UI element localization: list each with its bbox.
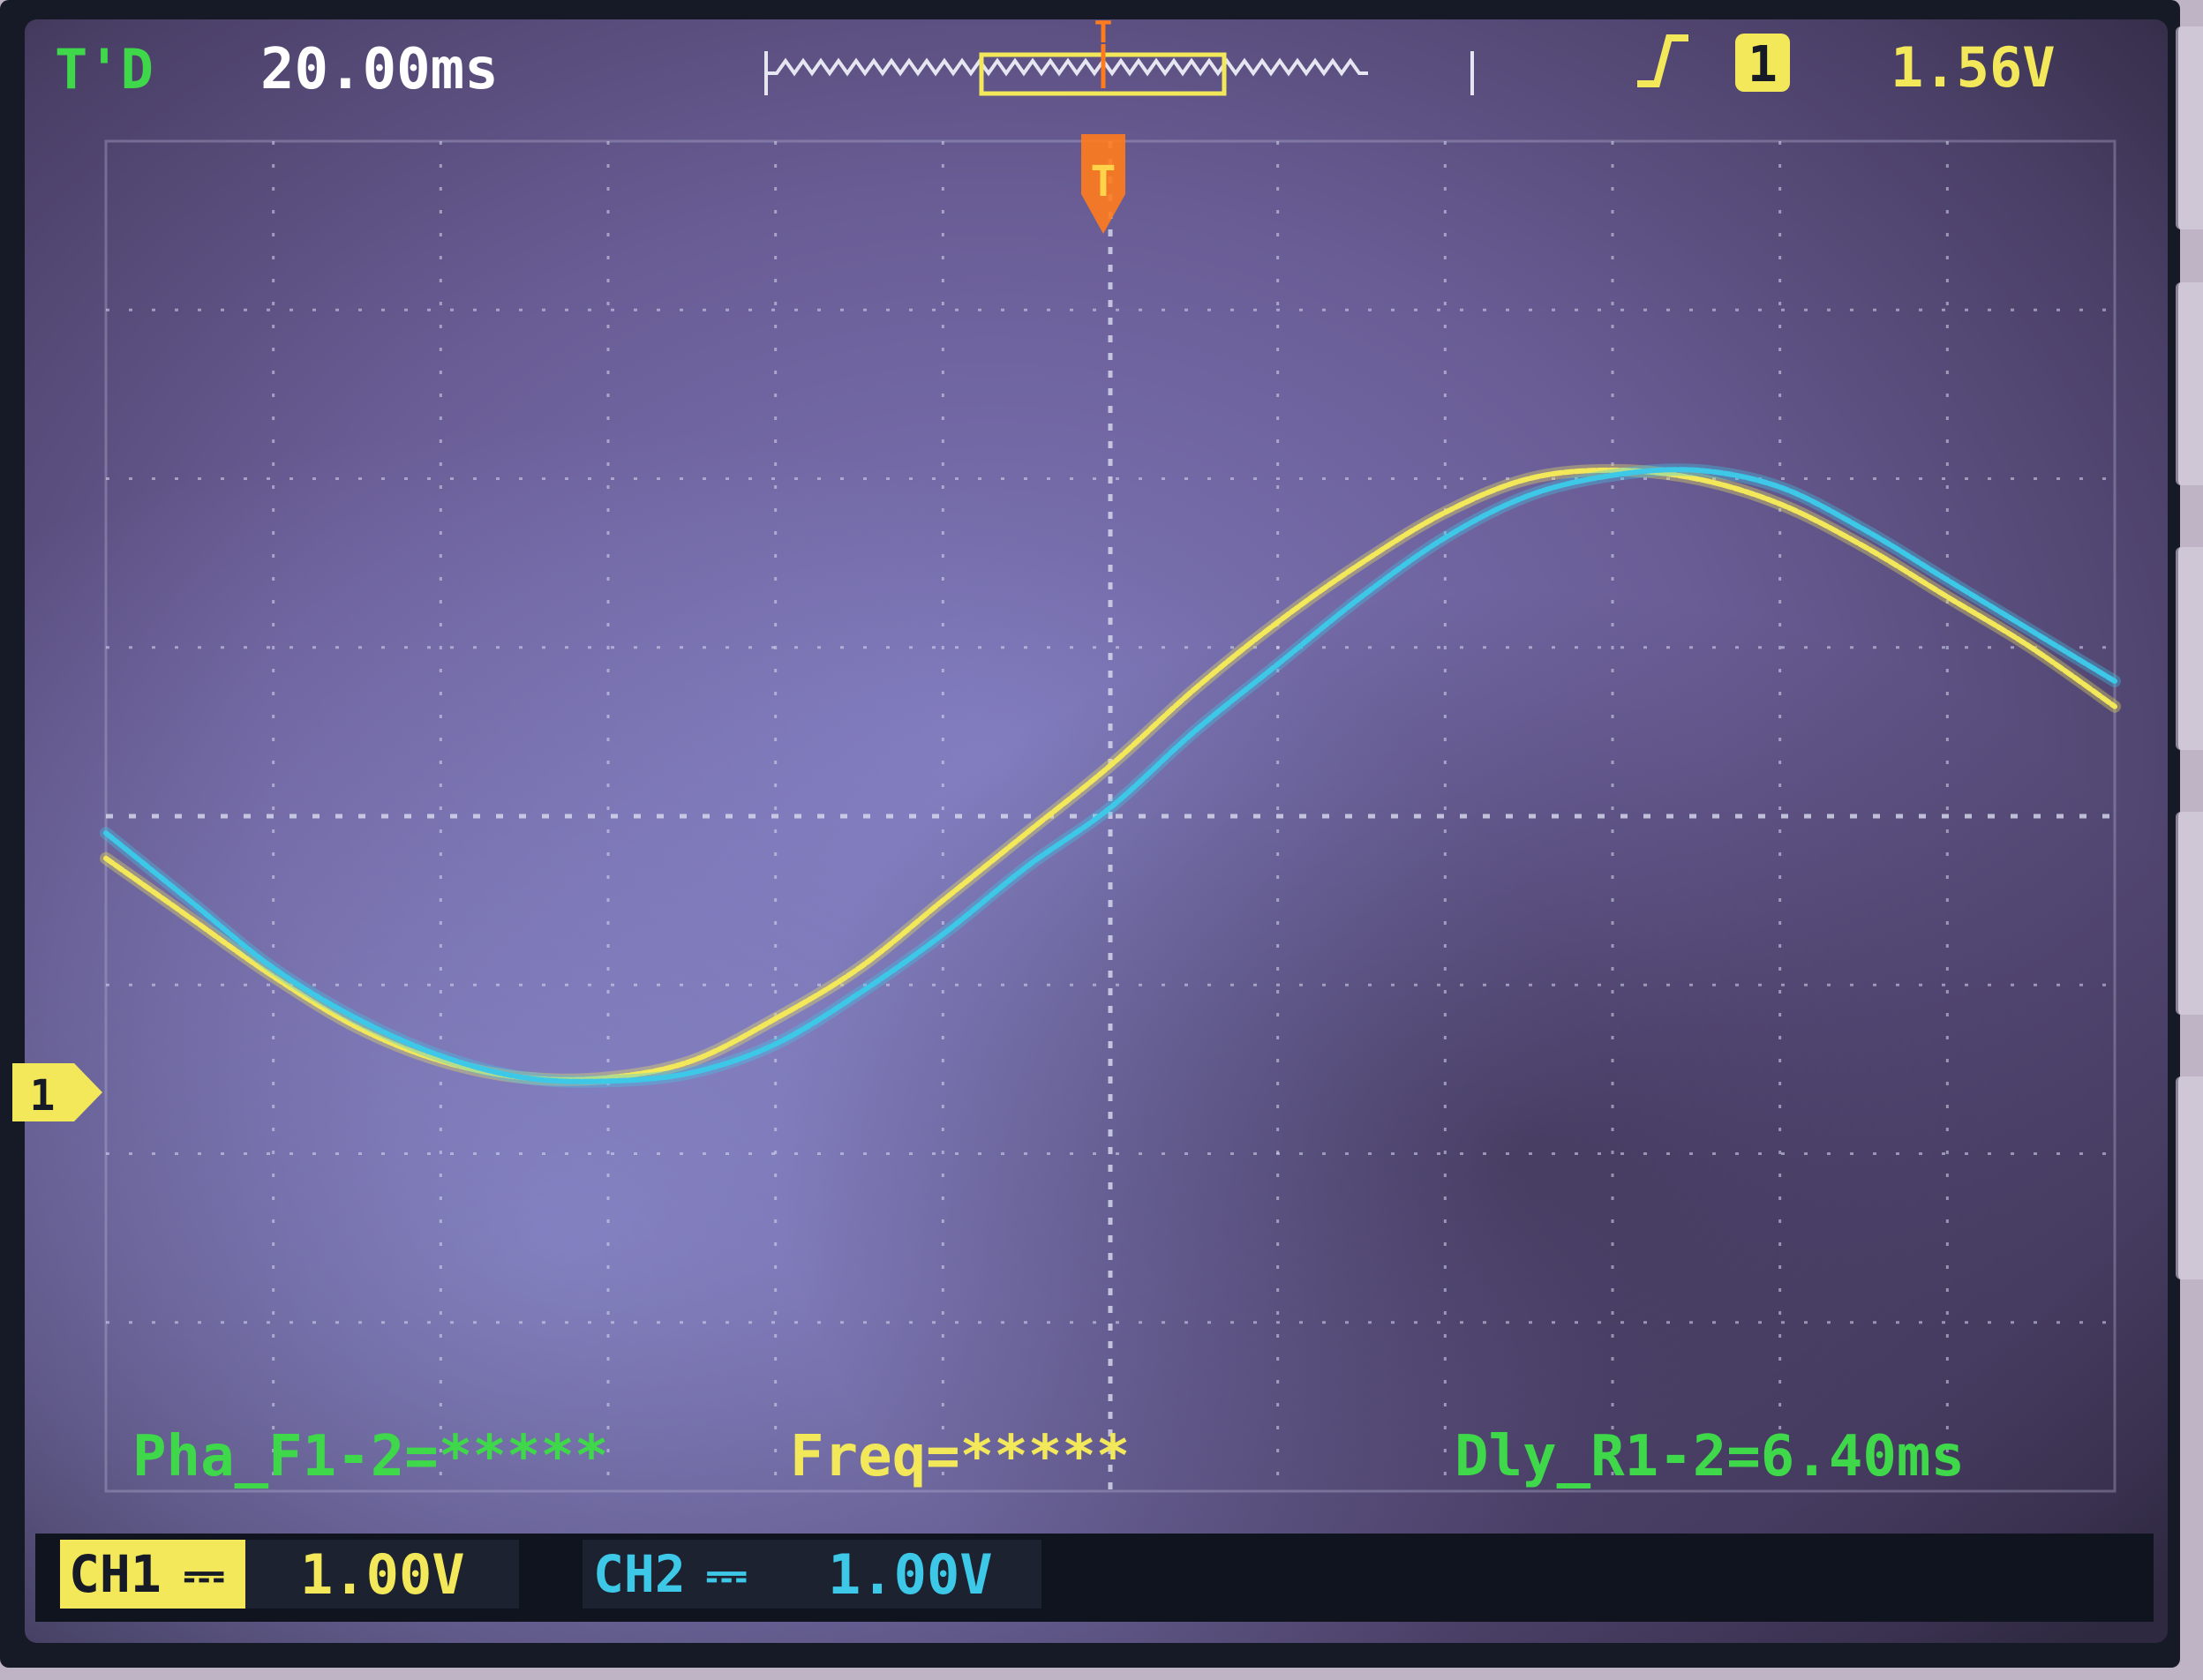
ch1-scale: 1.00V bbox=[300, 1542, 465, 1607]
ch1-indicator[interactable]: CH1 ⎓ 1.00V bbox=[60, 1540, 519, 1609]
ch2-indicator[interactable]: CH2 ⎓ 1.00V bbox=[583, 1540, 1041, 1609]
ch2-coupling-icon: ⎓ bbox=[706, 1544, 747, 1604]
ch2-scale: 1.00V bbox=[828, 1542, 993, 1607]
trigger-source: 1 bbox=[1748, 36, 1778, 94]
trigger-marker-glyph: T bbox=[1091, 157, 1117, 206]
trigger-status: T'D bbox=[55, 37, 154, 101]
trigger-level[interactable]: 1.56V bbox=[1891, 35, 2056, 100]
timebase-readout[interactable]: 20.00ms bbox=[260, 37, 499, 102]
screen-reflection bbox=[25, 19, 2168, 1643]
delay-measurement: Dly_R1-2=6.40ms bbox=[1455, 1424, 1965, 1489]
ch1-coupling-icon: ⎓ bbox=[184, 1544, 224, 1604]
ground-marker-label: 1 bbox=[30, 1071, 56, 1121]
ch2-label: CH2 bbox=[593, 1544, 686, 1604]
ch1-label: CH1 bbox=[69, 1544, 162, 1604]
scope-display: T'D 20.00ms T T 1 1.56V 1 Pha_F1-2=*****… bbox=[12, 15, 2168, 1643]
phase-measurement: Pha_F1-2=***** bbox=[132, 1424, 608, 1489]
frequency-measurement: Freq=***** bbox=[790, 1424, 1130, 1489]
